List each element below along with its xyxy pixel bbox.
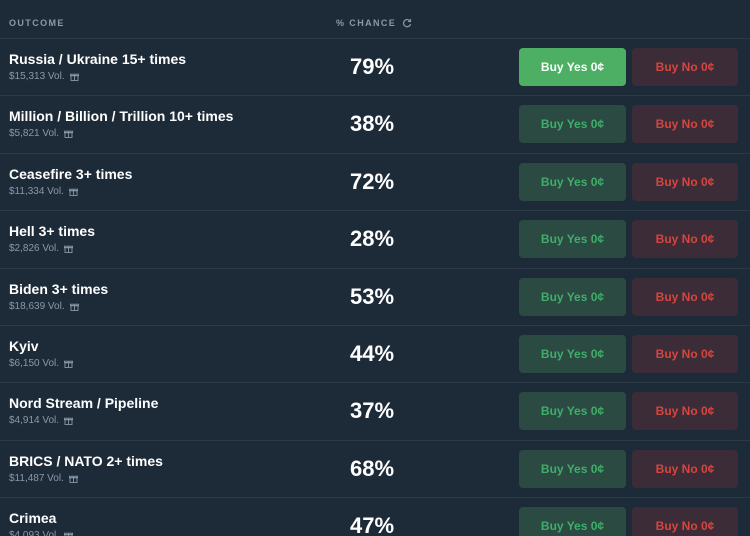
outcome-row: BRICS / NATO 2+ times $11,487 Vol. 68% B… <box>0 441 750 499</box>
outcome-column-header: OUTCOME <box>9 18 65 28</box>
outcome-chance: 47% <box>350 513 395 536</box>
outcome-row: Kyiv $6,150 Vol. 44% Buy Yes 0¢ Buy No 0… <box>0 326 750 384</box>
outcome-volume: $11,334 Vol. <box>9 186 78 197</box>
outcome-volume: $6,150 Vol. <box>9 358 73 369</box>
volume-text: $5,821 Vol. <box>9 128 60 140</box>
buy-yes-button[interactable]: Buy Yes 0¢ <box>519 334 626 373</box>
outcome-row: Crimea $4,093 Vol. 47% Buy Yes 0¢ Buy No… <box>0 498 750 536</box>
outcome-title: Nord Stream / Pipeline <box>9 395 159 412</box>
volume-text: $15,313 Vol. <box>9 71 65 82</box>
chance-column-header: % CHANCE <box>336 18 412 28</box>
gift-icon <box>64 245 73 254</box>
chance-column-label: % CHANCE <box>336 18 397 28</box>
gift-icon <box>69 73 79 81</box>
outcome-row: Russia / Ukraine 15+ times $15,313 Vol. … <box>0 39 750 97</box>
buy-yes-button[interactable]: Buy Yes 0¢ <box>519 507 626 536</box>
buy-no-button[interactable]: Buy No 0¢ <box>632 334 738 373</box>
buy-no-button[interactable]: Buy No 0¢ <box>632 48 738 86</box>
volume-text: $2,826 Vol. <box>9 243 60 255</box>
outcomes-table: OUTCOME % CHANCE Russia / Ukraine 15+ ti… <box>0 0 750 536</box>
gift-icon <box>64 131 73 139</box>
buy-yes-button[interactable]: Buy Yes 0¢ <box>519 277 626 316</box>
volume-text: $4,093 Vol. <box>9 530 60 536</box>
buy-no-button[interactable]: Buy No 0¢ <box>632 105 738 144</box>
volume-text: $11,487 Vol. <box>9 472 64 484</box>
outcome-chance: 72% <box>350 168 395 194</box>
outcome-volume: $5,821 Vol. <box>9 128 73 139</box>
buy-yes-button[interactable]: Buy Yes 0¢ <box>519 449 626 488</box>
outcome-chance: 53% <box>350 283 395 309</box>
gift-icon <box>68 475 78 483</box>
buy-no-button[interactable]: Buy No 0¢ <box>632 392 738 431</box>
buy-yes-button[interactable]: Buy Yes 0¢ <box>519 392 626 431</box>
outcome-volume: $2,826 Vol. <box>9 243 73 254</box>
volume-text: $6,150 Vol. <box>9 357 60 369</box>
outcome-title: Ceasefire 3+ times <box>9 165 133 182</box>
outcome-title: Hell 3+ times <box>9 223 95 240</box>
buy-no-button[interactable]: Buy No 0¢ <box>632 220 738 259</box>
gift-icon <box>69 303 79 311</box>
buy-yes-button[interactable]: Buy Yes 0¢ <box>519 48 626 86</box>
buy-yes-button[interactable]: Buy Yes 0¢ <box>519 220 626 259</box>
volume-text: $11,334 Vol. <box>9 185 64 197</box>
gift-icon <box>64 360 73 368</box>
outcome-title: Biden 3+ times <box>9 280 109 297</box>
gift-icon <box>64 532 73 536</box>
outcome-rows: Russia / Ukraine 15+ times $15,313 Vol. … <box>0 39 750 536</box>
outcome-volume: $4,093 Vol. <box>9 530 73 536</box>
outcome-row: Biden 3+ times $18,639 Vol. 53% Buy Yes … <box>0 269 750 326</box>
outcome-chance: 37% <box>350 398 395 424</box>
volume-text: $18,639 Vol. <box>9 300 65 312</box>
table-header: OUTCOME % CHANCE <box>0 0 750 39</box>
outcome-row: Nord Stream / Pipeline $4,914 Vol. 37% B… <box>0 383 750 441</box>
buy-no-button[interactable]: Buy No 0¢ <box>632 507 738 536</box>
buy-yes-button[interactable]: Buy Yes 0¢ <box>519 162 626 201</box>
buy-yes-button[interactable]: Buy Yes 0¢ <box>519 105 626 144</box>
buy-no-button[interactable]: Buy No 0¢ <box>632 449 738 488</box>
outcome-chance: 68% <box>350 455 395 481</box>
outcome-volume: $18,639 Vol. <box>9 301 79 312</box>
buy-no-button[interactable]: Buy No 0¢ <box>632 162 738 201</box>
outcome-row: Hell 3+ times $2,826 Vol. 28% Buy Yes 0¢… <box>0 211 750 269</box>
volume-text: $4,914 Vol. <box>9 415 60 427</box>
gift-icon <box>68 188 78 196</box>
outcome-volume: $15,313 Vol. <box>9 71 79 82</box>
outcome-volume: $11,487 Vol. <box>9 473 78 484</box>
gift-icon <box>64 418 73 426</box>
outcome-title: Crimea <box>9 510 57 527</box>
outcome-row: Million / Billion / Trillion 10+ times $… <box>0 96 750 154</box>
refresh-icon[interactable] <box>402 18 412 28</box>
outcome-chance: 44% <box>350 340 395 366</box>
outcome-title: Russia / Ukraine 15+ times <box>9 51 187 67</box>
outcome-chance: 79% <box>350 54 395 79</box>
outcome-title: BRICS / NATO 2+ times <box>9 452 163 469</box>
outcome-title: Million / Billion / Trillion 10+ times <box>9 108 234 125</box>
outcome-chance: 28% <box>350 226 395 252</box>
outcome-volume: $4,914 Vol. <box>9 415 73 426</box>
buy-no-button[interactable]: Buy No 0¢ <box>632 277 738 316</box>
outcome-row: Ceasefire 3+ times $11,334 Vol. 72% Buy … <box>0 154 750 212</box>
outcome-title: Kyiv <box>9 337 39 354</box>
outcome-chance: 38% <box>350 111 395 137</box>
